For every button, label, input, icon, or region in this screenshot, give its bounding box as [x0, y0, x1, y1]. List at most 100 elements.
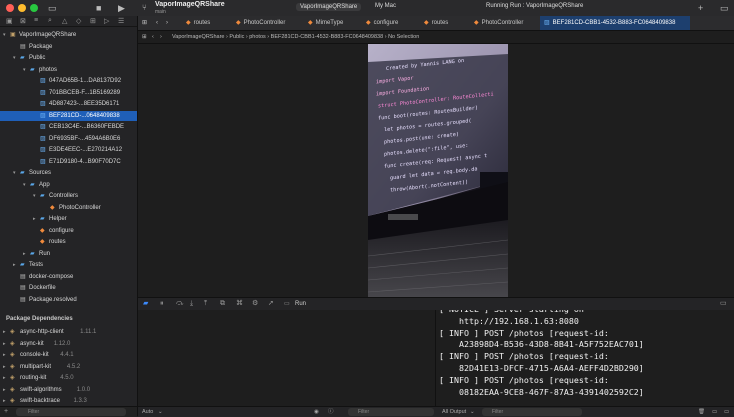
- chevron-right-icon[interactable]: ▸: [3, 396, 6, 406]
- variables-filter-input[interactable]: Filter: [348, 408, 434, 416]
- chevron-down-icon[interactable]: ▾: [3, 30, 6, 40]
- search-icon[interactable]: ⌕: [48, 17, 52, 25]
- sidebar-item[interactable]: ◆ PhotoController: [0, 203, 137, 213]
- editor-tab[interactable]: ◆ MimeType: [304, 16, 360, 30]
- add-icon[interactable]: +: [4, 408, 8, 415]
- minimize-window-button[interactable]: [18, 4, 26, 12]
- report-icon[interactable]: ☰: [118, 17, 124, 25]
- jump-forward-icon[interactable]: ›: [160, 31, 162, 43]
- location-icon[interactable]: ➚: [268, 299, 274, 309]
- console-filter-input[interactable]: Filter: [482, 408, 582, 416]
- sidebar-item[interactable]: ▤ Package.resolved: [0, 295, 137, 305]
- sidebar-item[interactable]: ▤ docker-compose: [0, 272, 137, 282]
- sidebar-item[interactable]: ◆ routes: [0, 237, 137, 247]
- dependency-item[interactable]: ▸ ◈ async-http-client 1.11.1: [0, 327, 137, 337]
- chevron-down-icon[interactable]: ▾: [23, 65, 26, 75]
- sidebar-item[interactable]: ▨ E3DE4EEC-...E270214A12: [0, 145, 137, 155]
- environment-icon[interactable]: ⚙: [252, 299, 258, 309]
- add-icon[interactable]: +: [698, 2, 703, 14]
- sidebar-item[interactable]: ▾ ▰ Public: [0, 53, 137, 63]
- editor-tab[interactable]: ◆ routes: [420, 16, 468, 30]
- navigator-filter-input[interactable]: Filter: [16, 408, 126, 416]
- panel-layout-icon[interactable]: ▭: [720, 299, 727, 309]
- sidebar-item[interactable]: ▨ BEF281CD-...0648409838: [0, 110, 137, 121]
- test-icon[interactable]: ◇: [76, 17, 81, 25]
- chevron-right-icon[interactable]: ▸: [3, 327, 6, 337]
- breadcrumb-item[interactable]: photos: [249, 34, 266, 40]
- sidebar-item[interactable]: ▾ ▣ VaporImageQRShare: [0, 30, 137, 40]
- sidebar-item[interactable]: ▨ 047AD65B-1...DA8137D92: [0, 76, 137, 86]
- sidebar-item[interactable]: ▤ Package: [0, 42, 137, 52]
- sidebar-item[interactable]: ▨ 701BBCEB-F...1B5169289: [0, 88, 137, 98]
- memory-graph-icon[interactable]: ⌘: [236, 299, 243, 309]
- editor-tab[interactable]: ◆ routes: [182, 16, 230, 30]
- dependency-item[interactable]: ▸ ◈ swift-algorithms 1.0.0: [0, 385, 137, 395]
- editor-tab[interactable]: ◆ configure: [362, 16, 418, 30]
- inspector-toggle-icon[interactable]: ▭: [720, 2, 729, 14]
- dependency-item[interactable]: ▸ ◈ swift-backtrace 1.3.3: [0, 396, 137, 406]
- related-items-icon[interactable]: ⊞: [142, 16, 147, 30]
- breadcrumb-item[interactable]: VaporImageQRShare: [172, 34, 224, 40]
- chevron-right-icon[interactable]: ▸: [3, 350, 6, 360]
- chevron-down-icon[interactable]: ▾: [13, 168, 16, 178]
- destination-selector[interactable]: My Mac: [375, 3, 396, 9]
- chevron-right-icon[interactable]: ▸: [3, 362, 6, 372]
- editor-tab[interactable]: ◆ PhotoController: [470, 16, 538, 30]
- sidebar-item[interactable]: ▾ ▰ Controllers: [0, 191, 137, 201]
- sidebar-item[interactable]: ▨ 4D887423-...8EE35D6171: [0, 99, 137, 109]
- chevron-right-icon[interactable]: ▸: [13, 260, 16, 270]
- sidebar-item[interactable]: ▾ ▰ App: [0, 180, 137, 190]
- sidebar-item[interactable]: ◆ configure: [0, 226, 137, 236]
- dependency-item[interactable]: ▸ ◈ multipart-kit 4.5.2: [0, 362, 137, 372]
- source-control-icon[interactable]: ⊠: [20, 17, 26, 25]
- folder-icon[interactable]: ▣: [6, 17, 13, 25]
- breadcrumb-item[interactable]: Public: [229, 34, 244, 40]
- dependency-item[interactable]: ▸ ◈ console-kit 4.4.1: [0, 350, 137, 360]
- breakpoints-toggle-icon[interactable]: ▰: [143, 299, 148, 309]
- chevron-down-icon[interactable]: ▾: [13, 53, 16, 63]
- swift-file-icon: ◆: [366, 20, 371, 26]
- chevron-down-icon[interactable]: ▾: [23, 180, 26, 190]
- symbol-icon[interactable]: ≡: [34, 17, 38, 24]
- branch-icon: ⑂: [142, 3, 147, 12]
- chevron-right-icon[interactable]: ▸: [23, 249, 26, 259]
- breadcrumb-item[interactable]: No Selection: [388, 34, 419, 40]
- sidebar-item[interactable]: ▾ ▰ photos: [0, 65, 137, 75]
- sidebar-toggle-icon[interactable]: ▭: [48, 2, 57, 14]
- sidebar-item[interactable]: ▨ E71D9180-4...B90F70D7C: [0, 157, 137, 167]
- step-out-icon[interactable]: ⤒: [204, 299, 207, 309]
- grid-icon[interactable]: ⊞: [142, 31, 147, 43]
- chevron-right-icon[interactable]: ▸: [33, 214, 36, 224]
- chevron-right-icon[interactable]: ▸: [3, 373, 6, 383]
- issue-icon[interactable]: △: [62, 17, 67, 25]
- sidebar-item[interactable]: ▸ ▰ Tests: [0, 260, 137, 270]
- breadcrumb-item[interactable]: BEF281CD-CBB1-4532-B883-FC0648409838: [271, 34, 384, 40]
- dependency-item[interactable]: ▸ ◈ async-kit 1.12.0: [0, 339, 137, 349]
- sidebar-item[interactable]: ▾ ▰ Sources: [0, 168, 137, 178]
- stop-icon[interactable]: ■: [96, 2, 101, 14]
- pause-icon[interactable]: ⏸: [160, 299, 164, 309]
- sidebar-item[interactable]: ▤ Dockerfile: [0, 283, 137, 293]
- run-icon[interactable]: ▶: [118, 2, 125, 14]
- close-window-button[interactable]: [6, 4, 14, 12]
- forward-icon[interactable]: ›: [166, 16, 168, 30]
- step-over-icon[interactable]: ⤼: [176, 299, 183, 309]
- sidebar-item[interactable]: ▸ ▰ Helper: [0, 214, 137, 224]
- scheme-selector[interactable]: VaporImageQRShare: [296, 3, 362, 11]
- debug-icon[interactable]: ⊞: [90, 17, 96, 25]
- breakpoint-icon[interactable]: ▷: [104, 17, 109, 25]
- editor-tab[interactable]: ▨ BEF281CD-CBB1-4532-B883-FC0648409838: [540, 16, 690, 30]
- view-hierarchy-icon[interactable]: ⧉: [220, 299, 225, 309]
- dependency-item[interactable]: ▸ ◈ routing-kit 4.5.0: [0, 373, 137, 383]
- editor-tab[interactable]: ◆ PhotoController: [232, 16, 302, 30]
- sidebar-item[interactable]: ▨ CEB13C4E-...B6360FEBDE: [0, 122, 137, 132]
- sidebar-item[interactable]: ▸ ▰ Run: [0, 249, 137, 259]
- chevron-down-icon[interactable]: ▾: [33, 191, 36, 201]
- back-icon[interactable]: ‹: [156, 16, 158, 30]
- chevron-right-icon[interactable]: ▸: [3, 339, 6, 349]
- step-into-icon[interactable]: ⤓: [190, 299, 193, 309]
- jump-back-icon[interactable]: ‹: [152, 31, 154, 43]
- zoom-window-button[interactable]: [30, 4, 38, 12]
- chevron-right-icon[interactable]: ▸: [3, 385, 6, 395]
- sidebar-item[interactable]: ▨ DF6935BF-...4594A6B0E6: [0, 134, 137, 144]
